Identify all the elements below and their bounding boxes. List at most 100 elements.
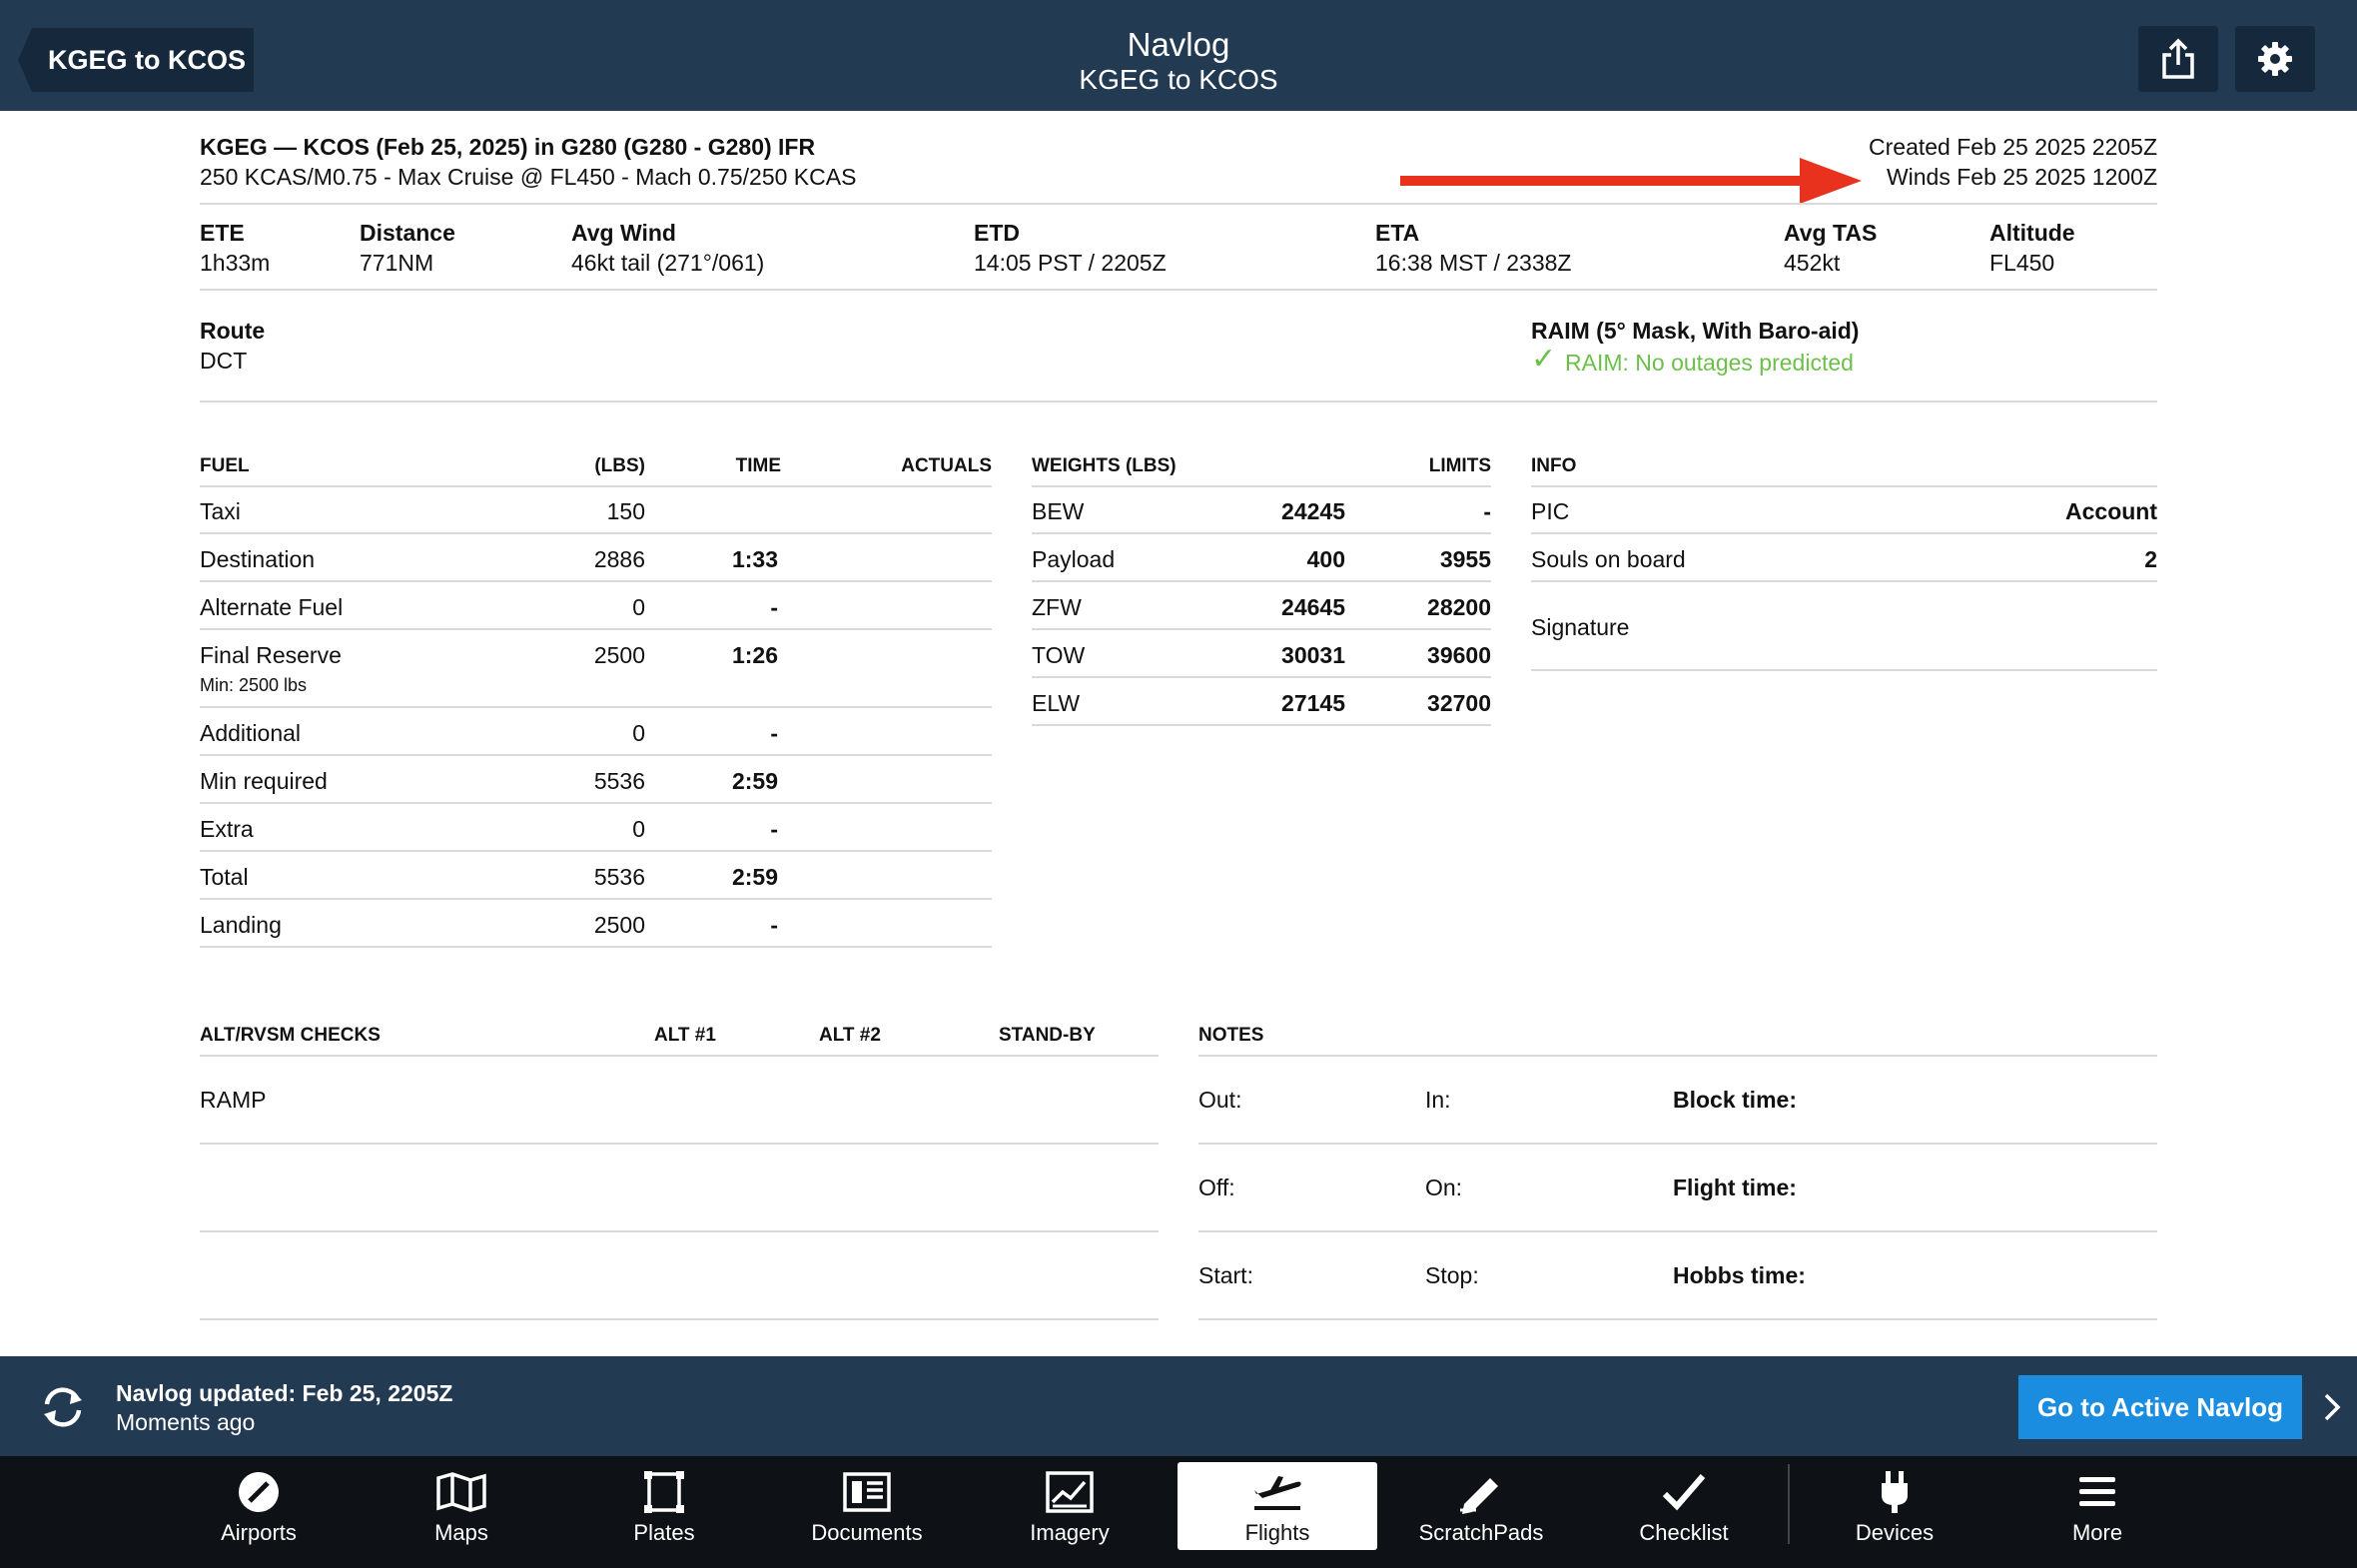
- block-time-field[interactable]: Block time:: [1673, 1087, 1797, 1114]
- fuel-row-name: Destination: [200, 546, 316, 572]
- tab-scratchpads[interactable]: ScratchPads: [1381, 1462, 1581, 1550]
- fuel-row-name: Taxi: [200, 498, 241, 524]
- fuel-row-lbs: 5536: [593, 864, 645, 890]
- divider: [1032, 676, 1491, 678]
- fuel-row-name: Final Reserve: [200, 642, 342, 668]
- souls-value[interactable]: 2: [2144, 546, 2157, 573]
- airports-icon: [239, 1472, 279, 1512]
- fuel-row-time: 1:26: [731, 642, 778, 668]
- share-icon: [2162, 38, 2194, 79]
- tab-checklist[interactable]: Checklist: [1584, 1462, 1784, 1550]
- tab-imagery[interactable]: Imagery: [970, 1462, 1170, 1550]
- alt2-header: ALT #2: [819, 1025, 881, 1046]
- pic-value[interactable]: Account: [2065, 498, 2157, 525]
- tab-more[interactable]: More: [1997, 1462, 2197, 1550]
- stat-eta-label: ETA: [1375, 220, 1420, 246]
- fuel-row-time: 2:59: [731, 864, 778, 890]
- divider: [200, 289, 2157, 291]
- weight-row-value: 24645: [1281, 594, 1345, 620]
- devices-icon: [1882, 1471, 1908, 1513]
- share-button[interactable]: [2138, 26, 2218, 92]
- weight-row-name: Payload: [1032, 546, 1116, 572]
- divider: [200, 485, 992, 487]
- tab-label: More: [2071, 1520, 2123, 1545]
- divider: [1198, 1143, 2157, 1145]
- signature-label[interactable]: Signature: [1531, 614, 1629, 641]
- tab-separator: [1788, 1464, 1790, 1544]
- checklist-icon: [1662, 1474, 1706, 1511]
- alt1-header: ALT #1: [654, 1025, 716, 1046]
- weight-row-value: 30031: [1281, 642, 1345, 668]
- fuel-row-time: 2:59: [731, 768, 778, 794]
- documents-icon: [843, 1472, 891, 1512]
- standby-header: STAND-BY: [999, 1025, 1096, 1046]
- fuel-row-lbs: 0: [632, 720, 645, 746]
- weight-row-limit: 32700: [1427, 690, 1491, 716]
- divider: [200, 532, 992, 534]
- limits-header: LIMITS: [1428, 455, 1491, 476]
- tab-label: Maps: [434, 1520, 488, 1545]
- weight-row-name: TOW: [1032, 642, 1086, 668]
- divider: [200, 946, 992, 948]
- tab-documents[interactable]: Documents: [767, 1462, 967, 1550]
- notes-header: NOTES: [1198, 1025, 1264, 1046]
- fuel-row-name: Min required: [200, 768, 328, 794]
- fuel-row-note: Min: 2500 lbs: [200, 675, 308, 695]
- divider: [200, 706, 992, 708]
- tab-plates[interactable]: Plates: [564, 1462, 764, 1550]
- fuel-row-lbs: 2500: [593, 642, 645, 668]
- in-field[interactable]: In:: [1425, 1087, 1451, 1114]
- scratchpads-icon: [1460, 1478, 1498, 1514]
- pic-label: PIC: [1531, 498, 1570, 524]
- out-field[interactable]: Out:: [1198, 1087, 1241, 1114]
- stat-tas-label: Avg TAS: [1784, 220, 1878, 246]
- divider: [200, 850, 992, 852]
- stop-field[interactable]: Stop:: [1425, 1262, 1479, 1289]
- weight-row-value: 24245: [1281, 498, 1345, 524]
- go-to-active-navlog-button[interactable]: Go to Active Navlog: [2018, 1375, 2302, 1439]
- flight-summary: KGEG — KCOS (Feb 25, 2025) in G280 (G280…: [200, 134, 816, 160]
- stat-distance-label: Distance: [360, 220, 455, 246]
- divider: [200, 1230, 1159, 1232]
- alt-check-row-label: RAMP: [200, 1087, 267, 1113]
- banner-title: Navlog updated: Feb 25, 2205Z: [116, 1380, 453, 1406]
- more-icon: [2079, 1477, 2115, 1506]
- divider: [1531, 580, 2157, 582]
- souls-label: Souls on board: [1531, 546, 1686, 572]
- fuel-header: FUEL: [200, 455, 250, 476]
- raim-status: RAIM: No outages predicted: [1565, 350, 1854, 376]
- fuel-row-name: Landing: [200, 912, 282, 938]
- stat-altitude-value: FL450: [1989, 250, 2055, 276]
- divider: [200, 628, 992, 630]
- divider: [200, 400, 2157, 402]
- tab-airports[interactable]: Airports: [159, 1462, 359, 1550]
- settings-button[interactable]: [2235, 26, 2315, 92]
- weight-row-limit: -: [1483, 498, 1491, 524]
- weights-header: WEIGHTS (LBS): [1032, 455, 1177, 476]
- tab-devices[interactable]: Devices: [1795, 1462, 1994, 1550]
- tab-label: Documents: [811, 1520, 923, 1545]
- hobbs-time-field[interactable]: Hobbs time:: [1673, 1262, 1806, 1289]
- winds-timestamp: Winds Feb 25 2025 1200Z: [1886, 164, 2157, 190]
- stat-ete-value: 1h33m: [200, 250, 271, 276]
- divider: [200, 1318, 1159, 1320]
- divider: [200, 203, 2157, 205]
- sync-icon[interactable]: [38, 1382, 88, 1432]
- off-field[interactable]: Off:: [1198, 1175, 1235, 1201]
- on-field[interactable]: On:: [1425, 1175, 1462, 1201]
- start-field[interactable]: Start:: [1198, 1262, 1253, 1289]
- weight-row-name: BEW: [1032, 498, 1085, 524]
- fuel-row-time: -: [770, 816, 778, 842]
- plates-icon: [644, 1471, 684, 1513]
- tab-maps[interactable]: Maps: [362, 1462, 561, 1550]
- flight-time-field[interactable]: Flight time:: [1673, 1175, 1797, 1201]
- weight-row-value: 27145: [1281, 690, 1345, 716]
- fuel-row-time: -: [770, 912, 778, 938]
- tab-label: ScratchPads: [1418, 1520, 1544, 1545]
- info-header: INFO: [1531, 455, 1577, 476]
- fuel-row-lbs: 2500: [593, 912, 645, 938]
- divider: [1531, 485, 2157, 487]
- chevron-right-icon[interactable]: [2321, 1392, 2343, 1422]
- tab-flights[interactable]: Flights: [1178, 1462, 1377, 1550]
- stat-eta-value: 16:38 MST / 2338Z: [1375, 250, 1572, 276]
